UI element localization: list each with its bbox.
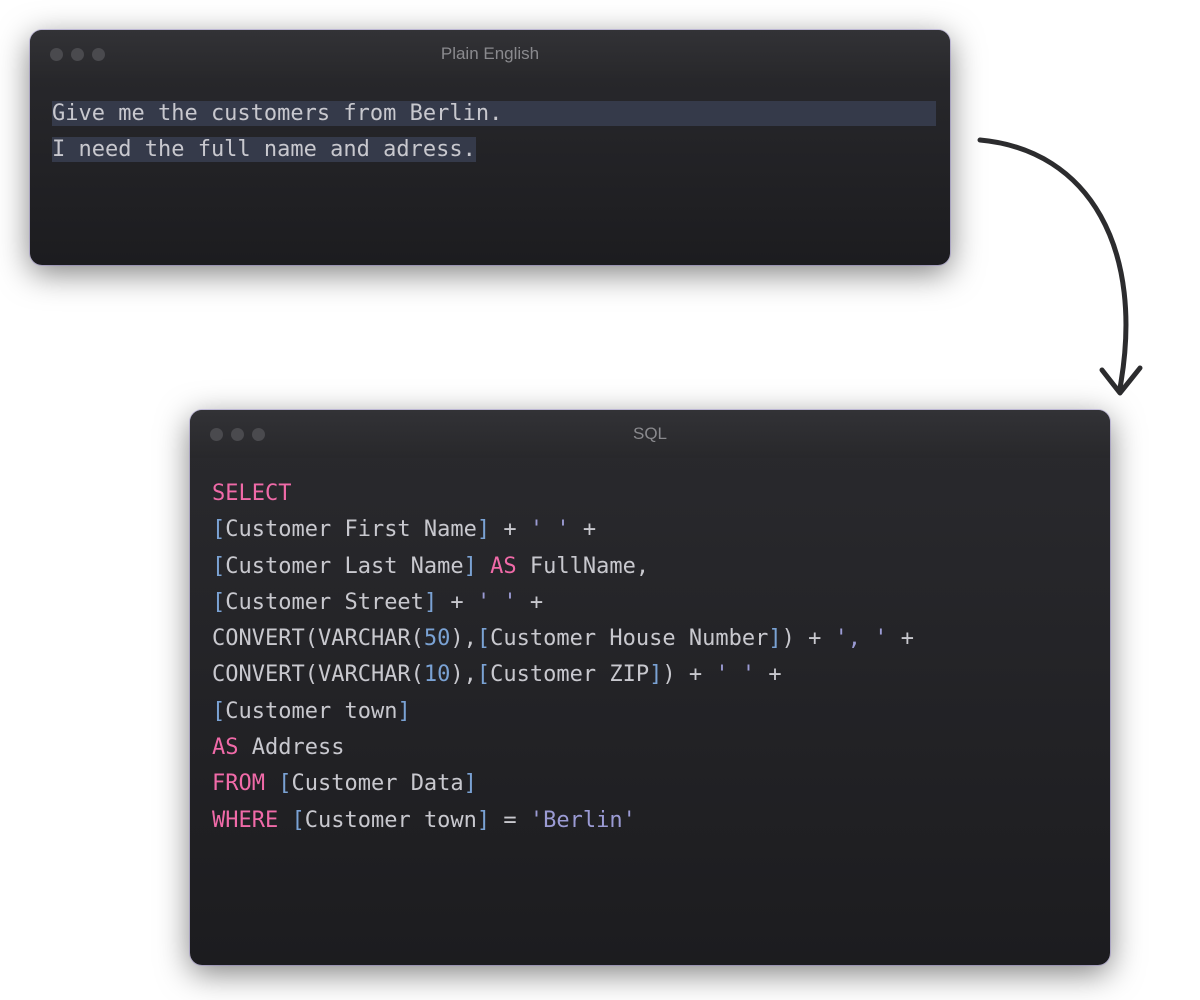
window-title: SQL	[210, 424, 1090, 444]
code-line: CONVERT(VARCHAR(10),[Customer ZIP]) + ' …	[212, 657, 1088, 693]
traffic-lights	[50, 48, 105, 61]
english-line: Give me the customers from Berlin.	[52, 101, 502, 126]
code-token: AS	[212, 735, 239, 760]
code-token: ]	[768, 626, 781, 651]
code-token: +	[888, 626, 915, 651]
code-token: [	[212, 699, 225, 724]
code-token: ]	[424, 590, 437, 615]
code-token: +	[517, 590, 544, 615]
code-token: 'Berlin'	[530, 808, 636, 833]
code-token: ]	[464, 771, 477, 796]
code-token: ' '	[715, 662, 755, 687]
code-token: [	[212, 590, 225, 615]
code-token	[477, 554, 490, 579]
code-token: ]	[477, 808, 490, 833]
code-line: [Customer First Name] + ' ' +	[212, 512, 1088, 548]
code-line: FROM [Customer Data]	[212, 766, 1088, 802]
code-token	[265, 771, 278, 796]
code-token: 50	[424, 626, 451, 651]
code-token: CONVERT(VARCHAR(	[212, 626, 424, 651]
code-token: CONVERT(VARCHAR(	[212, 662, 424, 687]
english-line: I need the full name and adress.	[52, 137, 476, 162]
code-token: Customer Data	[291, 771, 463, 796]
code-token: +	[570, 517, 597, 542]
code-token: Customer Last Name	[225, 554, 463, 579]
code-token: Customer town	[225, 699, 397, 724]
sql-code-area[interactable]: SELECT[Customer First Name] + ' ' +[Cust…	[190, 458, 1110, 857]
code-token: 10	[424, 662, 451, 687]
code-token: ', '	[835, 626, 888, 651]
maximize-icon[interactable]	[252, 428, 265, 441]
code-line: WHERE [Customer town] = 'Berlin'	[212, 803, 1088, 839]
code-token: FROM	[212, 771, 265, 796]
code-token: ),	[450, 626, 477, 651]
traffic-lights	[210, 428, 265, 441]
titlebar: SQL	[190, 410, 1110, 458]
code-token: Customer House Number	[490, 626, 768, 651]
code-token: +	[437, 590, 477, 615]
window-title: Plain English	[50, 44, 930, 64]
code-token: ]	[397, 699, 410, 724]
arrow-icon	[950, 120, 1180, 440]
titlebar: Plain English	[30, 30, 950, 78]
code-token: [	[291, 808, 304, 833]
code-token: ' '	[477, 590, 517, 615]
code-token: ]	[477, 517, 490, 542]
minimize-icon[interactable]	[71, 48, 84, 61]
selection-padding	[502, 101, 935, 126]
code-token: WHERE	[212, 808, 278, 833]
english-text-area[interactable]: Give me the customers from Berlin. I nee…	[30, 78, 950, 187]
code-token: Customer Street	[225, 590, 424, 615]
code-token	[278, 808, 291, 833]
code-token: ]	[464, 554, 477, 579]
code-token: ),	[450, 662, 477, 687]
code-token: Address	[239, 735, 345, 760]
code-line: [Customer Last Name] AS FullName,	[212, 549, 1088, 585]
sql-output-window: SQL SELECT[Customer First Name] + ' ' +[…	[190, 410, 1110, 965]
code-token: [	[278, 771, 291, 796]
english-input-window: Plain English Give me the customers from…	[30, 30, 950, 265]
code-token: +	[490, 517, 530, 542]
maximize-icon[interactable]	[92, 48, 105, 61]
code-token: =	[490, 808, 530, 833]
code-token: [	[477, 626, 490, 651]
code-token: Customer First Name	[225, 517, 477, 542]
code-token: [	[212, 554, 225, 579]
code-line: CONVERT(VARCHAR(50),[Customer House Numb…	[212, 621, 1088, 657]
code-line: [Customer Street] + ' ' +	[212, 585, 1088, 621]
code-token: Customer ZIP	[490, 662, 649, 687]
code-token: +	[755, 662, 782, 687]
code-line: AS Address	[212, 730, 1088, 766]
code-token: SELECT	[212, 481, 291, 506]
code-token: ]	[649, 662, 662, 687]
close-icon[interactable]	[210, 428, 223, 441]
code-token: ) +	[782, 626, 835, 651]
code-token: FullName,	[517, 554, 649, 579]
code-line: SELECT	[212, 476, 1088, 512]
code-token: [	[212, 517, 225, 542]
code-token: [	[477, 662, 490, 687]
code-token: ' '	[530, 517, 570, 542]
minimize-icon[interactable]	[231, 428, 244, 441]
code-token: AS	[490, 554, 517, 579]
code-token: ) +	[662, 662, 715, 687]
code-line: [Customer town]	[212, 694, 1088, 730]
code-token: Customer town	[305, 808, 477, 833]
close-icon[interactable]	[50, 48, 63, 61]
